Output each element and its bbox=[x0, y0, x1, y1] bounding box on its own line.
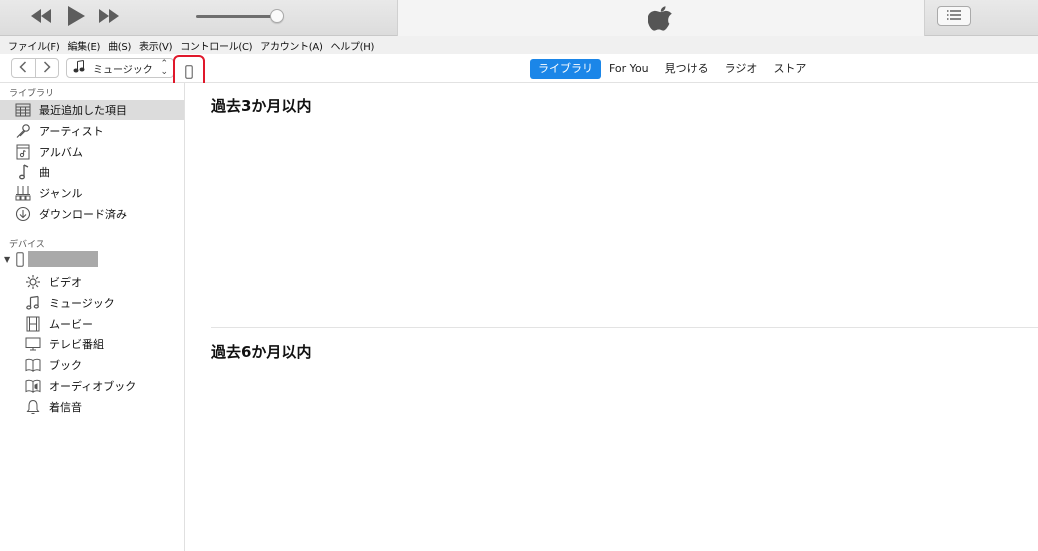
sidebar-item-downloaded[interactable]: ダウンロード済み bbox=[0, 204, 184, 224]
history-nav bbox=[11, 58, 59, 78]
bell-icon bbox=[24, 398, 42, 416]
sidebar-item-label: アーティスト bbox=[39, 125, 104, 138]
volume-slider-knob[interactable] bbox=[270, 9, 284, 23]
forward-button[interactable] bbox=[34, 59, 59, 77]
book-icon bbox=[24, 356, 42, 374]
menu-song[interactable]: 曲(S) bbox=[104, 38, 135, 53]
album-icon bbox=[14, 143, 32, 161]
tab-browse[interactable]: 見つける bbox=[657, 59, 717, 79]
devices-section-label: デバイス bbox=[9, 240, 45, 250]
tab-for-you[interactable]: For You bbox=[601, 59, 657, 79]
device-name-redacted bbox=[28, 251, 99, 267]
audiobook-icon bbox=[24, 377, 42, 395]
music-notes-icon bbox=[24, 294, 42, 312]
tv-icon bbox=[24, 335, 42, 353]
sidebar-item-movies[interactable]: ムービー bbox=[0, 314, 184, 334]
view-tabs: ライブラリ For You 見つける ラジオ ストア bbox=[530, 58, 814, 79]
nav-toolbar: ミュージック ⌃ ⌄ ライブラリ For You 見つける ラジオ ストア bbox=[0, 54, 1038, 91]
status-display bbox=[397, 0, 925, 36]
list-icon bbox=[946, 9, 962, 23]
sidebar-item-songs[interactable]: 曲 bbox=[0, 162, 184, 182]
sidebar-item-video[interactable]: ビデオ bbox=[0, 272, 184, 292]
iphone-icon bbox=[185, 64, 193, 82]
sidebar: ライブラリ 最近追加した項目 アーティスト アルバム 曲 ジャンル ダウンロード… bbox=[0, 83, 185, 551]
iphone-icon bbox=[16, 251, 24, 267]
menu-help[interactable]: ヘルプ(H) bbox=[327, 38, 379, 53]
apple-logo-icon bbox=[647, 4, 674, 35]
chevron-right-icon bbox=[43, 60, 51, 76]
sidebar-item-audiobooks[interactable]: オーディオブック bbox=[0, 376, 184, 396]
microphone-icon bbox=[14, 122, 32, 140]
calendar-grid-icon bbox=[14, 101, 32, 119]
tab-radio[interactable]: ラジオ bbox=[717, 59, 766, 79]
media-kind-label: ミュージック bbox=[93, 64, 153, 76]
rewind-icon bbox=[30, 8, 52, 26]
sidebar-item-label: ミュージック bbox=[49, 297, 115, 310]
tab-library[interactable]: ライブラリ bbox=[530, 58, 601, 79]
sidebar-item-label: ムービー bbox=[49, 318, 93, 331]
device-row[interactable]: ▼ bbox=[0, 250, 184, 268]
fast-forward-icon bbox=[98, 8, 120, 26]
sidebar-item-genres[interactable]: ジャンル bbox=[0, 183, 184, 203]
library-section-label: ライブラリ bbox=[9, 89, 55, 99]
music-note-icon bbox=[14, 163, 32, 181]
sidebar-item-artists[interactable]: アーティスト bbox=[0, 121, 184, 141]
section-divider bbox=[211, 327, 1038, 328]
film-icon bbox=[24, 315, 42, 333]
sidebar-item-label: ジャンル bbox=[39, 187, 83, 200]
sidebar-item-recently-added[interactable]: 最近追加した項目 bbox=[0, 100, 184, 120]
sidebar-item-device-music[interactable]: ミュージック bbox=[0, 293, 184, 313]
volume-slider-track[interactable] bbox=[196, 15, 278, 18]
menu-account[interactable]: アカウント(A) bbox=[256, 38, 326, 53]
sidebar-item-label: 着信音 bbox=[49, 401, 82, 414]
disclosure-triangle-icon[interactable]: ▼ bbox=[4, 255, 10, 264]
sidebar-item-tv-shows[interactable]: テレビ番組 bbox=[0, 334, 184, 354]
gear-icon bbox=[24, 273, 42, 291]
sidebar-item-label: オーディオブック bbox=[49, 380, 137, 393]
play-icon bbox=[66, 5, 86, 30]
player-bar bbox=[0, 0, 1038, 36]
menu-controls[interactable]: コントロール(C) bbox=[176, 38, 256, 53]
play-button[interactable] bbox=[66, 5, 90, 30]
chevron-left-icon bbox=[19, 60, 27, 76]
download-circle-icon bbox=[14, 205, 32, 223]
menu-bar: ファイル(F) 編集(E) 曲(S) 表示(V) コントロール(C) アカウント… bbox=[0, 36, 1038, 54]
sidebar-item-label: ブック bbox=[49, 359, 82, 372]
sidebar-item-label: アルバム bbox=[39, 146, 83, 159]
fast-forward-button[interactable] bbox=[98, 6, 124, 28]
back-button[interactable] bbox=[12, 59, 35, 77]
up-next-list-button[interactable] bbox=[937, 6, 971, 26]
sidebar-item-albums[interactable]: アルバム bbox=[0, 142, 184, 162]
rewind-button[interactable] bbox=[30, 6, 56, 28]
menu-view[interactable]: 表示(V) bbox=[135, 38, 176, 53]
section-title-last-3-months: 過去3か月以内 bbox=[211, 97, 312, 115]
menu-file[interactable]: ファイル(F) bbox=[4, 38, 63, 53]
select-arrows-icon: ⌃ ⌄ bbox=[160, 59, 168, 77]
main-content: 過去3か月以内 過去6か月以内 bbox=[185, 83, 1038, 551]
tab-store[interactable]: ストア bbox=[765, 59, 814, 79]
sidebar-item-books[interactable]: ブック bbox=[0, 355, 184, 375]
music-note-icon bbox=[73, 60, 85, 76]
media-kind-select[interactable]: ミュージック ⌃ ⌄ bbox=[66, 58, 174, 78]
sidebar-item-ringtones[interactable]: 着信音 bbox=[0, 397, 184, 417]
sidebar-item-label: ダウンロード済み bbox=[39, 208, 127, 221]
menu-edit[interactable]: 編集(E) bbox=[63, 38, 104, 53]
sidebar-item-label: 曲 bbox=[39, 166, 50, 179]
sidebar-item-label: ビデオ bbox=[49, 276, 82, 289]
sidebar-item-label: 最近追加した項目 bbox=[39, 104, 127, 117]
section-title-last-6-months: 過去6か月以内 bbox=[211, 343, 312, 361]
sidebar-item-label: テレビ番組 bbox=[49, 338, 104, 351]
genre-icon bbox=[14, 184, 32, 202]
